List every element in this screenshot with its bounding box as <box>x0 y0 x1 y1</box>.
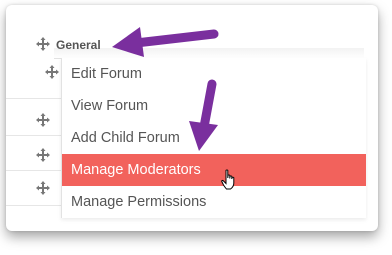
hand-cursor-icon <box>221 169 235 190</box>
arrow-to-manage-moderators-icon <box>189 79 218 151</box>
screenshot-frame: General Edit Forum View Forum Add Child … <box>6 5 378 231</box>
arrow-to-general-icon <box>112 27 219 57</box>
annotation-arrows <box>112 27 219 151</box>
